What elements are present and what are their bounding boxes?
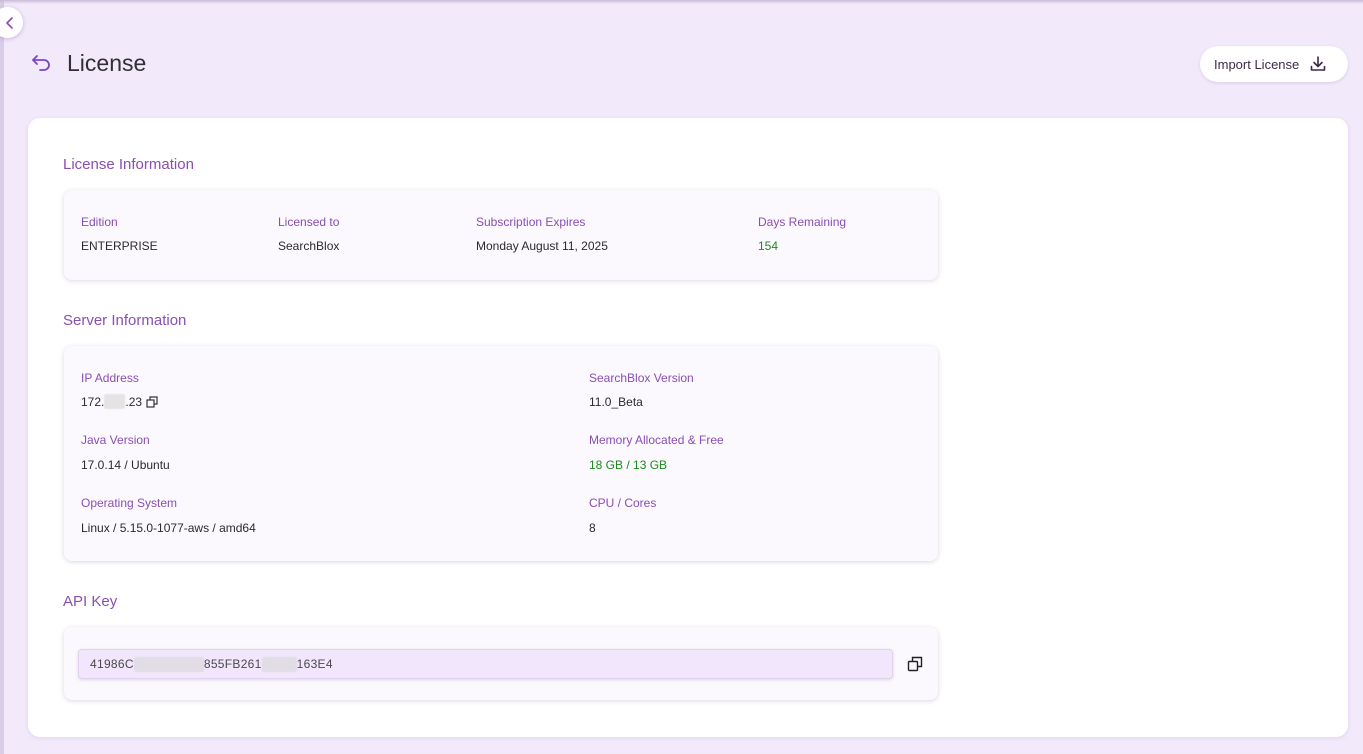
api-key-part1: 41986C [90, 657, 134, 671]
edition-value: ENTERPRISE [81, 239, 158, 253]
java-version-label: Java Version [81, 433, 150, 447]
ip-prefix: 172. [81, 394, 105, 409]
api-key-redacted-2: x [261, 656, 297, 672]
api-key-field[interactable]: 41986C x 855FB261 x 163E4 [78, 649, 893, 679]
undo-arrow-icon [32, 55, 50, 71]
page-title: License [67, 50, 147, 76]
subscription-expires-label: Subscription Expires [476, 215, 586, 229]
memory-label: Memory Allocated & Free [589, 433, 724, 447]
download-icon [1310, 56, 1326, 71]
sidebar-edge [0, 0, 4, 754]
api-key-part2: 855FB261 [203, 657, 262, 671]
ip-suffix: .23 [125, 394, 143, 409]
cpu-cores-value: 8 [589, 521, 596, 535]
searchblox-version-label: SearchBlox Version [589, 371, 694, 385]
cpu-cores-label: CPU / Cores [589, 496, 657, 510]
days-remaining-label: Days Remaining [758, 215, 847, 229]
licensed-to-label: Licensed to [278, 215, 340, 229]
import-license-label: Import License [1214, 56, 1300, 72]
days-remaining-value: 154 [758, 239, 779, 253]
operating-system-value: Linux / 5.15.0-1077-aws / amd64 [81, 521, 256, 535]
license-info-title: License Information [63, 156, 194, 173]
server-info-title: Server Information [63, 312, 187, 329]
api-key-redacted-1: x [133, 656, 204, 672]
api-key-part3: 163E4 [296, 657, 333, 671]
server-info-card: IP Address 172. x .23 SearchBlox Version… [64, 346, 938, 561]
import-license-button[interactable]: Import License [1200, 46, 1348, 82]
api-key-card: 41986C x 855FB261 x 163E4 [64, 627, 938, 700]
memory-value: 18 GB / 13 GB [589, 458, 668, 472]
edition-label: Edition [81, 215, 118, 229]
copy-icon[interactable] [146, 395, 158, 408]
java-version-value: 17.0.14 / Ubuntu [81, 458, 170, 472]
operating-system-label: Operating System [81, 496, 178, 510]
top-shadow [0, 0, 1363, 4]
chevron-left-icon [6, 16, 13, 29]
api-key-title: API Key [63, 593, 118, 610]
searchblox-version-value: 11.0_Beta [589, 395, 643, 409]
ip-address-label: IP Address [81, 371, 139, 385]
license-info-card: Edition ENTERPRISE Licensed to SearchBlo… [64, 190, 938, 280]
ip-redacted: x [104, 394, 126, 409]
ip-address-value: 172. x .23 [81, 394, 158, 409]
subscription-expires-value: Monday August 11, 2025 [476, 239, 608, 253]
collapse-sidebar-button[interactable] [0, 7, 23, 38]
copy-icon [907, 656, 923, 672]
licensed-to-value: SearchBlox [278, 239, 340, 253]
back-button[interactable] [30, 52, 52, 74]
copy-api-key-button[interactable] [907, 656, 923, 672]
